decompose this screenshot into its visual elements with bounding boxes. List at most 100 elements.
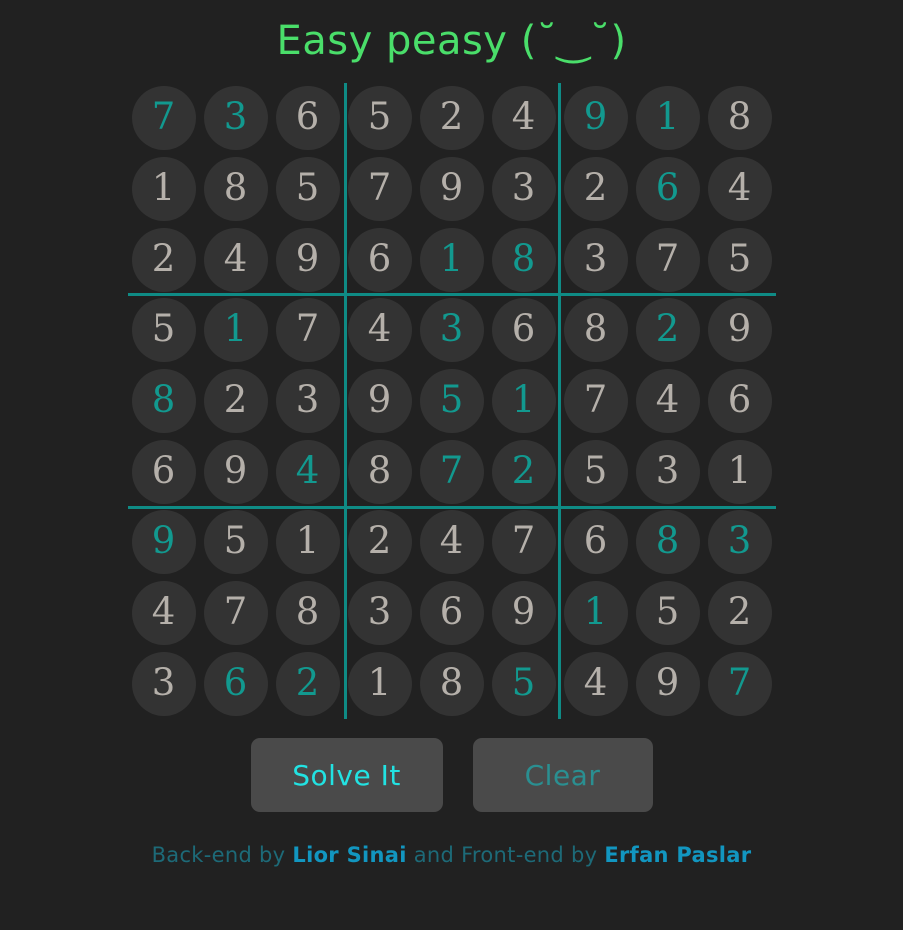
sudoku-cell[interactable]: 8 bbox=[704, 83, 776, 154]
sudoku-cell[interactable]: 9 bbox=[560, 83, 632, 154]
sudoku-cell[interactable]: 2 bbox=[560, 154, 632, 225]
sudoku-cell[interactable]: 8 bbox=[488, 224, 560, 295]
sudoku-cell[interactable]: 1 bbox=[632, 83, 704, 154]
sudoku-cell[interactable]: 9 bbox=[272, 224, 344, 295]
sudoku-cell[interactable]: 6 bbox=[632, 154, 704, 225]
sudoku-cell[interactable]: 6 bbox=[560, 507, 632, 578]
sudoku-cell[interactable]: 3 bbox=[704, 507, 776, 578]
sudoku-cell[interactable]: 4 bbox=[200, 224, 272, 295]
sudoku-cell-value: 9 bbox=[347, 368, 412, 433]
sudoku-cell-value: 7 bbox=[635, 227, 700, 292]
sudoku-cell[interactable]: 9 bbox=[344, 366, 416, 437]
sudoku-cell[interactable]: 7 bbox=[416, 436, 488, 507]
sudoku-cell[interactable]: 3 bbox=[488, 154, 560, 225]
sudoku-cell[interactable]: 4 bbox=[416, 507, 488, 578]
sudoku-cell-value: 1 bbox=[131, 156, 196, 221]
sudoku-cell[interactable]: 4 bbox=[488, 83, 560, 154]
sudoku-cell[interactable]: 7 bbox=[704, 648, 776, 719]
sudoku-cell[interactable]: 7 bbox=[560, 366, 632, 437]
action-button-row: Solve It Clear bbox=[250, 738, 653, 812]
sudoku-cell[interactable]: 9 bbox=[128, 507, 200, 578]
sudoku-cell[interactable]: 4 bbox=[632, 366, 704, 437]
sudoku-cell[interactable]: 8 bbox=[416, 648, 488, 719]
sudoku-cell[interactable]: 8 bbox=[128, 366, 200, 437]
sudoku-cell-value: 8 bbox=[419, 651, 484, 716]
sudoku-cell[interactable]: 6 bbox=[272, 83, 344, 154]
sudoku-cell[interactable]: 1 bbox=[560, 578, 632, 649]
sudoku-cell[interactable]: 4 bbox=[344, 295, 416, 366]
sudoku-cell[interactable]: 2 bbox=[344, 507, 416, 578]
sudoku-cell[interactable]: 7 bbox=[632, 224, 704, 295]
sudoku-cell[interactable]: 1 bbox=[344, 648, 416, 719]
clear-button[interactable]: Clear bbox=[472, 738, 653, 812]
sudoku-cell[interactable]: 5 bbox=[488, 648, 560, 719]
sudoku-cell[interactable]: 7 bbox=[488, 507, 560, 578]
sudoku-cell[interactable]: 5 bbox=[416, 366, 488, 437]
sudoku-cell[interactable]: 2 bbox=[488, 436, 560, 507]
sudoku-cell[interactable]: 5 bbox=[272, 154, 344, 225]
sudoku-cell[interactable]: 5 bbox=[200, 507, 272, 578]
sudoku-cell[interactable]: 3 bbox=[272, 366, 344, 437]
sudoku-cell[interactable]: 5 bbox=[128, 295, 200, 366]
sudoku-cell[interactable]: 3 bbox=[632, 436, 704, 507]
sudoku-cell-value: 6 bbox=[203, 651, 268, 716]
sudoku-cell[interactable]: 5 bbox=[560, 436, 632, 507]
sudoku-cell[interactable]: 1 bbox=[704, 436, 776, 507]
sudoku-cell[interactable]: 9 bbox=[416, 154, 488, 225]
sudoku-cell-value: 9 bbox=[203, 439, 268, 504]
sudoku-cell[interactable]: 2 bbox=[128, 224, 200, 295]
sudoku-cell[interactable]: 2 bbox=[704, 578, 776, 649]
sudoku-cell[interactable]: 8 bbox=[560, 295, 632, 366]
sudoku-cell[interactable]: 1 bbox=[128, 154, 200, 225]
sudoku-cell-value: 1 bbox=[491, 368, 556, 433]
sudoku-cell[interactable]: 9 bbox=[488, 578, 560, 649]
sudoku-cell[interactable]: 1 bbox=[200, 295, 272, 366]
sudoku-cell[interactable]: 4 bbox=[704, 154, 776, 225]
sudoku-cell[interactable]: 8 bbox=[200, 154, 272, 225]
sudoku-cell-value: 2 bbox=[131, 227, 196, 292]
sudoku-cell[interactable]: 2 bbox=[200, 366, 272, 437]
frontend-author-link[interactable]: Erfan Paslar bbox=[604, 843, 751, 867]
sudoku-cell[interactable]: 7 bbox=[272, 295, 344, 366]
sudoku-cell-value: 8 bbox=[491, 227, 556, 292]
sudoku-cell[interactable]: 7 bbox=[200, 578, 272, 649]
sudoku-cell[interactable]: 3 bbox=[128, 648, 200, 719]
sudoku-cell-value: 2 bbox=[563, 156, 628, 221]
sudoku-cell-value: 3 bbox=[563, 227, 628, 292]
solve-it-button[interactable]: Solve It bbox=[250, 738, 443, 812]
sudoku-cell[interactable]: 8 bbox=[344, 436, 416, 507]
sudoku-cell[interactable]: 4 bbox=[560, 648, 632, 719]
sudoku-cell-value: 9 bbox=[563, 86, 628, 151]
sudoku-cell[interactable]: 7 bbox=[128, 83, 200, 154]
sudoku-cell[interactable]: 3 bbox=[200, 83, 272, 154]
sudoku-cell[interactable]: 3 bbox=[560, 224, 632, 295]
sudoku-cell[interactable]: 6 bbox=[488, 295, 560, 366]
sudoku-cell-value: 4 bbox=[203, 227, 268, 292]
sudoku-cell[interactable]: 9 bbox=[200, 436, 272, 507]
sudoku-cell[interactable]: 1 bbox=[272, 507, 344, 578]
sudoku-cell-value: 8 bbox=[563, 298, 628, 363]
sudoku-cell[interactable]: 2 bbox=[632, 295, 704, 366]
sudoku-cell[interactable]: 4 bbox=[128, 578, 200, 649]
sudoku-cell[interactable]: 6 bbox=[128, 436, 200, 507]
sudoku-cell[interactable]: 6 bbox=[416, 578, 488, 649]
sudoku-cell[interactable]: 2 bbox=[272, 648, 344, 719]
sudoku-cell[interactable]: 5 bbox=[632, 578, 704, 649]
sudoku-cell[interactable]: 8 bbox=[272, 578, 344, 649]
sudoku-cell[interactable]: 9 bbox=[704, 295, 776, 366]
sudoku-cell[interactable]: 1 bbox=[416, 224, 488, 295]
sudoku-cell[interactable]: 5 bbox=[704, 224, 776, 295]
sudoku-cell[interactable]: 9 bbox=[632, 648, 704, 719]
sudoku-cell[interactable]: 6 bbox=[704, 366, 776, 437]
sudoku-cell[interactable]: 6 bbox=[200, 648, 272, 719]
sudoku-cell[interactable]: 4 bbox=[272, 436, 344, 507]
backend-author-link[interactable]: Lior Sinai bbox=[292, 843, 406, 867]
sudoku-cell[interactable]: 5 bbox=[344, 83, 416, 154]
sudoku-cell[interactable]: 2 bbox=[416, 83, 488, 154]
sudoku-cell[interactable]: 6 bbox=[344, 224, 416, 295]
sudoku-cell[interactable]: 8 bbox=[632, 507, 704, 578]
sudoku-cell[interactable]: 3 bbox=[344, 578, 416, 649]
sudoku-cell[interactable]: 7 bbox=[344, 154, 416, 225]
sudoku-cell[interactable]: 3 bbox=[416, 295, 488, 366]
sudoku-cell[interactable]: 1 bbox=[488, 366, 560, 437]
